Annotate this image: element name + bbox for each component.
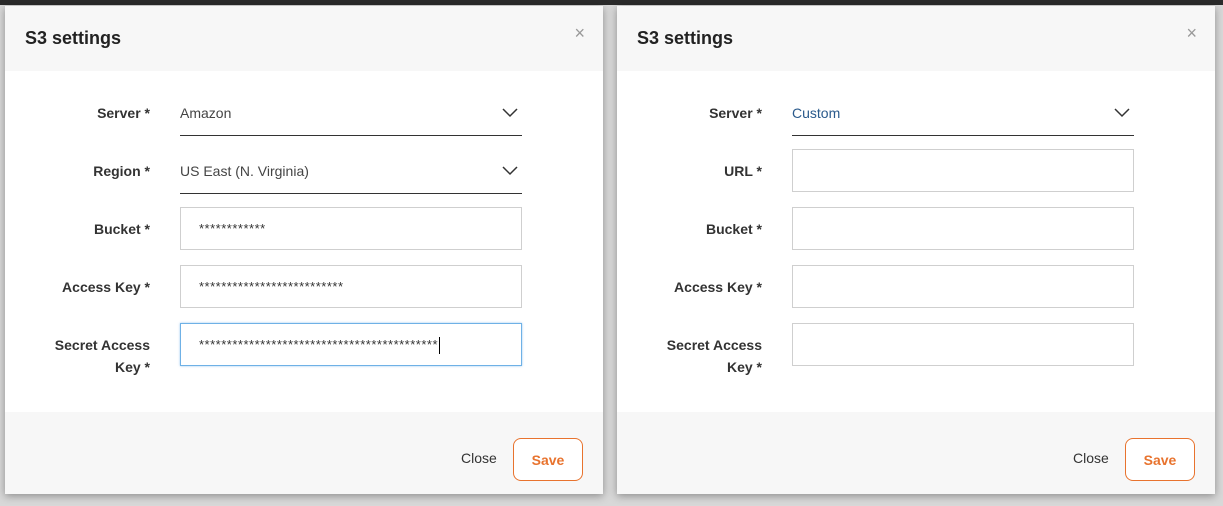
close-button[interactable]: Close	[461, 450, 497, 466]
secret-access-key-input-value: ****************************************…	[199, 337, 439, 352]
url-input[interactable]	[792, 149, 1134, 192]
s3-settings-dialog-amazon: S3 settings × Server * Amazon Region * U…	[5, 6, 603, 494]
secret-access-key-input[interactable]	[792, 323, 1134, 366]
dialog-footer: Close Save	[617, 412, 1215, 494]
chevron-down-icon	[502, 108, 518, 118]
bucket-input-value: ************	[199, 221, 266, 236]
access-key-label: Access Key *	[674, 279, 762, 295]
dialog-header: S3 settings ×	[5, 6, 603, 71]
server-select-value: Amazon	[180, 105, 232, 121]
secret-access-key-label-line2: Key *	[114, 359, 150, 375]
dialog-title: S3 settings	[637, 28, 734, 48]
s3-settings-dialog-custom: S3 settings × Server * Custom URL * Buck…	[617, 6, 1215, 494]
bucket-input[interactable]: ************	[180, 207, 522, 250]
dialog-footer: Close Save	[5, 412, 603, 494]
access-key-label: Access Key *	[62, 279, 150, 295]
server-label: Server *	[97, 105, 150, 121]
save-button[interactable]: Save	[513, 438, 583, 481]
access-key-input[interactable]: **************************	[180, 265, 522, 308]
bucket-label: Bucket *	[93, 221, 150, 237]
secret-access-key-label: Secret Access Key *	[622, 334, 762, 378]
secret-access-key-label-line1: Secret Access	[54, 337, 150, 353]
region-select[interactable]: US East (N. Virginia)	[180, 154, 522, 194]
bucket-input[interactable]	[792, 207, 1134, 250]
url-label: URL *	[724, 163, 762, 179]
server-label: Server *	[709, 105, 762, 121]
secret-access-key-input[interactable]: ****************************************…	[180, 323, 522, 366]
access-key-input-value: **************************	[199, 279, 344, 294]
close-icon[interactable]: ×	[574, 24, 585, 42]
region-label: Region *	[93, 163, 150, 179]
save-button[interactable]: Save	[1125, 438, 1195, 481]
access-key-input[interactable]	[792, 265, 1134, 308]
secret-access-key-label-line2: Key *	[726, 359, 762, 375]
bucket-label: Bucket *	[705, 221, 762, 237]
app-top-bar	[0, 0, 1223, 5]
secret-access-key-input-wrap: ****************************************…	[199, 337, 441, 355]
secret-access-key-label: Secret Access Key *	[10, 334, 150, 378]
region-select-value: US East (N. Virginia)	[180, 163, 309, 179]
close-icon[interactable]: ×	[1186, 24, 1197, 42]
close-button[interactable]: Close	[1073, 450, 1109, 466]
chevron-down-icon	[502, 166, 518, 176]
dialog-header: S3 settings ×	[617, 6, 1215, 71]
server-select-value: Custom	[792, 105, 841, 121]
server-select[interactable]: Amazon	[180, 96, 522, 136]
chevron-down-icon	[1114, 108, 1130, 118]
text-caret	[439, 337, 441, 355]
server-select[interactable]: Custom	[792, 96, 1134, 136]
dialog-title: S3 settings	[25, 28, 122, 48]
secret-access-key-label-line1: Secret Access	[666, 337, 762, 353]
